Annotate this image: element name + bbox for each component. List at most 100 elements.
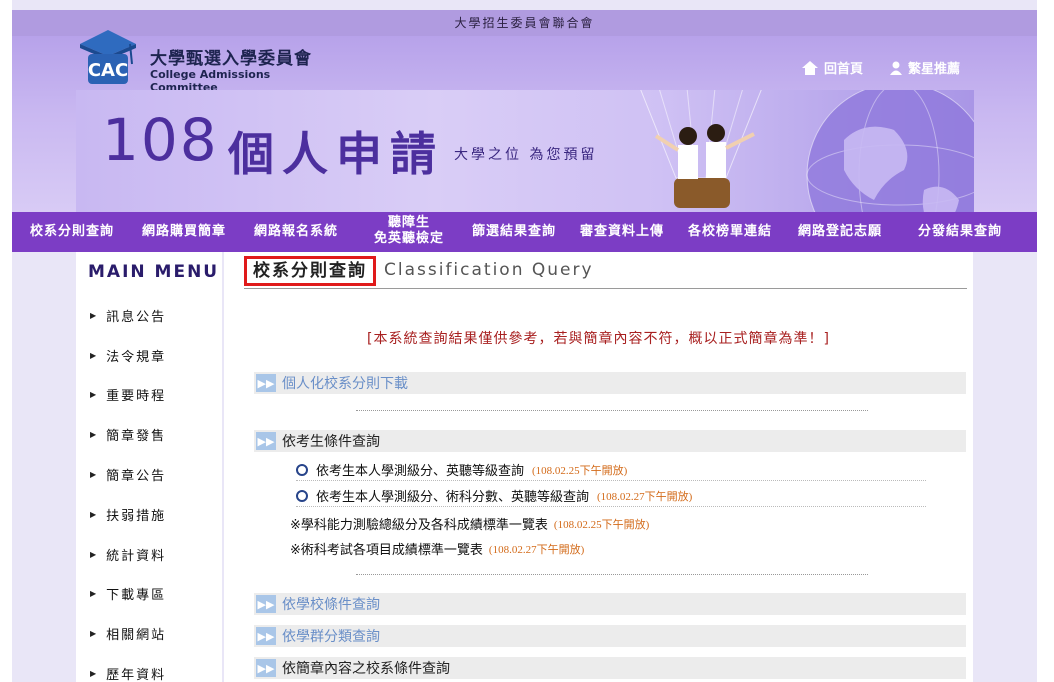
query-by-scores-practical-link[interactable]: 依考生本人學測級分、術科分數、英聽等級查詢 (108.02.27下午開放) bbox=[296, 486, 692, 505]
sidebar-item-brochure-sale[interactable]: ▶ 簡章發售 bbox=[90, 425, 166, 444]
sidebar-item-label: 相關網站 bbox=[106, 628, 167, 643]
sidebar-item-assistance[interactable]: ▶ 扶弱措施 bbox=[90, 505, 166, 524]
section-school-query[interactable]: ▶▶ 依學校條件查詢 bbox=[254, 593, 966, 615]
disclaimer-notice: [本系統查詢結果僅供參考，若與簡章內容不符，概以正式簡章為準！] bbox=[367, 331, 830, 347]
section-label: 依考生條件查詢 bbox=[282, 434, 380, 450]
sidebar-item-label: 訊息公告 bbox=[106, 310, 167, 325]
dotted-divider bbox=[296, 506, 926, 507]
nav-item-hearing-line1: 聽障生 bbox=[388, 215, 431, 230]
sidebar-item-label: 法令規章 bbox=[106, 350, 167, 365]
reference-open-date: (108.02.27下午開放) bbox=[488, 543, 585, 556]
title-divider bbox=[244, 288, 967, 289]
query-label: 依考生本人學測級分、術科分數、英聽等級查詢 bbox=[316, 490, 590, 505]
triangle-right-icon: ▶ bbox=[90, 351, 99, 360]
triangle-right-icon: ▶ bbox=[90, 470, 99, 479]
query-open-date: (108.02.25下午開放) bbox=[532, 464, 628, 477]
banner-subtitle: 大學之位 為您預留 bbox=[454, 147, 598, 163]
nav-item-hearing-line2: 免英聽檢定 bbox=[374, 231, 445, 246]
gsat-standards-link[interactable]: ※學科能力測驗總級分及各科成績標準一覽表 (108.02.25下午開放) bbox=[290, 514, 649, 533]
dotted-divider bbox=[296, 480, 926, 481]
main-nav: 校系分則查詢 網路購買簡章 網路報名系統 聽障生 免英聽檢定 篩選結果查詢 審查… bbox=[12, 212, 1037, 252]
nav-item-register-preferences[interactable]: 網路登記志願 bbox=[798, 224, 882, 240]
fast-forward-icon: ▶▶ bbox=[256, 595, 276, 613]
sidebar-item-label: 簡章公告 bbox=[106, 469, 167, 484]
nav-item-school-lists[interactable]: 各校榜單連結 bbox=[688, 224, 772, 240]
logo-title-cn: 大學甄選入學委員會 bbox=[150, 49, 312, 69]
query-label: 依考生本人學測級分、英聽等級查詢 bbox=[316, 464, 525, 479]
sidebar-item-label: 統計資料 bbox=[106, 549, 167, 564]
triangle-right-icon: ▶ bbox=[90, 390, 99, 399]
hero-banner: 108 個人申請 大學之位 為您預留 bbox=[76, 90, 974, 212]
person-icon bbox=[890, 61, 902, 75]
sidebar-item-statistics[interactable]: ▶ 統計資料 bbox=[90, 545, 166, 564]
page-title: 校系分則查詢 bbox=[244, 256, 376, 286]
nav-item-hearing-impaired[interactable]: 聽障生 免英聽檢定 bbox=[374, 215, 444, 247]
practical-standards-link[interactable]: ※術科考試各項目成績標準一覽表 (108.02.27下午開放) bbox=[290, 539, 584, 558]
top-strip: 大學招生委員會聯合會 bbox=[12, 10, 1037, 36]
logo[interactable]: CAC 大學甄選入學委員會 College Admissions Committ… bbox=[78, 30, 338, 94]
banner-number: 108 bbox=[102, 106, 219, 174]
home-icon bbox=[802, 60, 818, 75]
home-link[interactable]: 回首頁 bbox=[802, 58, 863, 77]
star-recommend-link[interactable]: 繁星推薦 bbox=[890, 58, 960, 77]
sidebar-item-archive[interactable]: ▶ 歷年資料 bbox=[90, 664, 166, 682]
query-open-date: (108.02.27下午開放) bbox=[597, 490, 693, 503]
cac-logo-icon: CAC bbox=[80, 30, 136, 84]
sidebar: MAIN MENU ▶ 訊息公告 ▶ 法令規章 ▶ 重要時程 ▶ 簡章發售 ▶ 簡章公告 … bbox=[76, 252, 222, 682]
page-title-en: Classification Query bbox=[384, 260, 594, 280]
fast-forward-icon: ▶▶ bbox=[256, 627, 276, 645]
nav-item-upload-documents[interactable]: 審查資料上傳 bbox=[580, 224, 664, 240]
sidebar-item-label: 扶弱措施 bbox=[106, 509, 167, 524]
sidebar-item-label: 歷年資料 bbox=[106, 668, 167, 682]
section-personal-download[interactable]: ▶▶ 個人化校系分則下載 bbox=[254, 372, 966, 394]
section-label: 個人化校系分則下載 bbox=[282, 376, 408, 392]
sidebar-item-regulations[interactable]: ▶ 法令規章 bbox=[90, 346, 166, 365]
fast-forward-icon: ▶▶ bbox=[256, 659, 276, 677]
sidebar-item-label: 重要時程 bbox=[106, 389, 167, 404]
reference-open-date: (108.02.25下午開放) bbox=[553, 518, 650, 531]
section-label: 依簡章內容之校系條件查詢 bbox=[282, 661, 450, 677]
circle-bullet-icon bbox=[296, 489, 308, 502]
dotted-divider bbox=[356, 574, 868, 575]
triangle-right-icon: ▶ bbox=[90, 311, 99, 320]
fast-forward-icon: ▶▶ bbox=[256, 432, 276, 450]
star-recommend-label: 繁星推薦 bbox=[908, 62, 961, 77]
globe-image bbox=[806, 90, 974, 212]
page: 大學招生委員會聯合會 CAC 大學甄選入學委員會 College Admissi… bbox=[12, 0, 1037, 682]
triangle-right-icon: ▶ bbox=[90, 510, 99, 519]
org-name: 大學招生委員會聯合會 bbox=[454, 16, 595, 30]
section-label: 依學校條件查詢 bbox=[282, 597, 380, 613]
home-link-label: 回首頁 bbox=[824, 62, 864, 77]
main-content: 校系分則查詢 Classification Query [本系統查詢結果僅供參考… bbox=[224, 252, 973, 682]
logo-mark-text: CAC bbox=[88, 60, 128, 81]
query-by-scores-link[interactable]: 依考生本人學測級分、英聽等級查詢 (108.02.25下午開放) bbox=[296, 460, 627, 479]
triangle-right-icon: ▶ bbox=[90, 550, 99, 559]
sidebar-item-related-sites[interactable]: ▶ 相關網站 bbox=[90, 624, 166, 643]
sidebar-item-schedule[interactable]: ▶ 重要時程 bbox=[90, 385, 166, 404]
reference-label: ※術科考試各項目成績標準一覽表 bbox=[290, 543, 483, 558]
section-group-query[interactable]: ▶▶ 依學群分類查詢 bbox=[254, 625, 966, 647]
triangle-right-icon: ▶ bbox=[90, 629, 99, 638]
sidebar-item-label: 簡章發售 bbox=[106, 429, 167, 444]
reference-label: ※學科能力測驗總級分及各科成績標準一覽表 bbox=[290, 518, 548, 533]
fast-forward-icon: ▶▶ bbox=[256, 374, 276, 392]
sidebar-item-downloads[interactable]: ▶ 下載專區 bbox=[90, 584, 166, 603]
section-label: 依學群分類查詢 bbox=[282, 629, 380, 645]
nav-item-placement-results[interactable]: 分發結果查詢 bbox=[918, 224, 1002, 240]
section-brochure-conditions-query[interactable]: ▶▶ 依簡章內容之校系條件查詢 bbox=[254, 657, 966, 679]
triangle-right-icon: ▶ bbox=[90, 669, 99, 678]
sidebar-title: MAIN MENU bbox=[88, 262, 220, 282]
triangle-right-icon: ▶ bbox=[90, 589, 99, 598]
nav-item-classification-query[interactable]: 校系分則查詢 bbox=[30, 224, 114, 240]
header: CAC 大學甄選入學委員會 College Admissions Committ… bbox=[12, 30, 1037, 212]
sidebar-item-label: 下載專區 bbox=[106, 588, 167, 603]
section-candidate-query[interactable]: ▶▶ 依考生條件查詢 bbox=[254, 430, 966, 452]
sidebar-item-news[interactable]: ▶ 訊息公告 bbox=[90, 306, 166, 325]
sidebar-item-brochure-notice[interactable]: ▶ 簡章公告 bbox=[90, 465, 166, 484]
banner-title: 個人申請 bbox=[228, 127, 444, 181]
nav-item-registration[interactable]: 網路報名系統 bbox=[254, 224, 338, 240]
triangle-right-icon: ▶ bbox=[90, 430, 99, 439]
balloon-students-image bbox=[640, 90, 762, 208]
nav-item-screening-results[interactable]: 篩選結果查詢 bbox=[472, 224, 556, 240]
nav-item-buy-brochure[interactable]: 網路購買簡章 bbox=[142, 224, 226, 240]
